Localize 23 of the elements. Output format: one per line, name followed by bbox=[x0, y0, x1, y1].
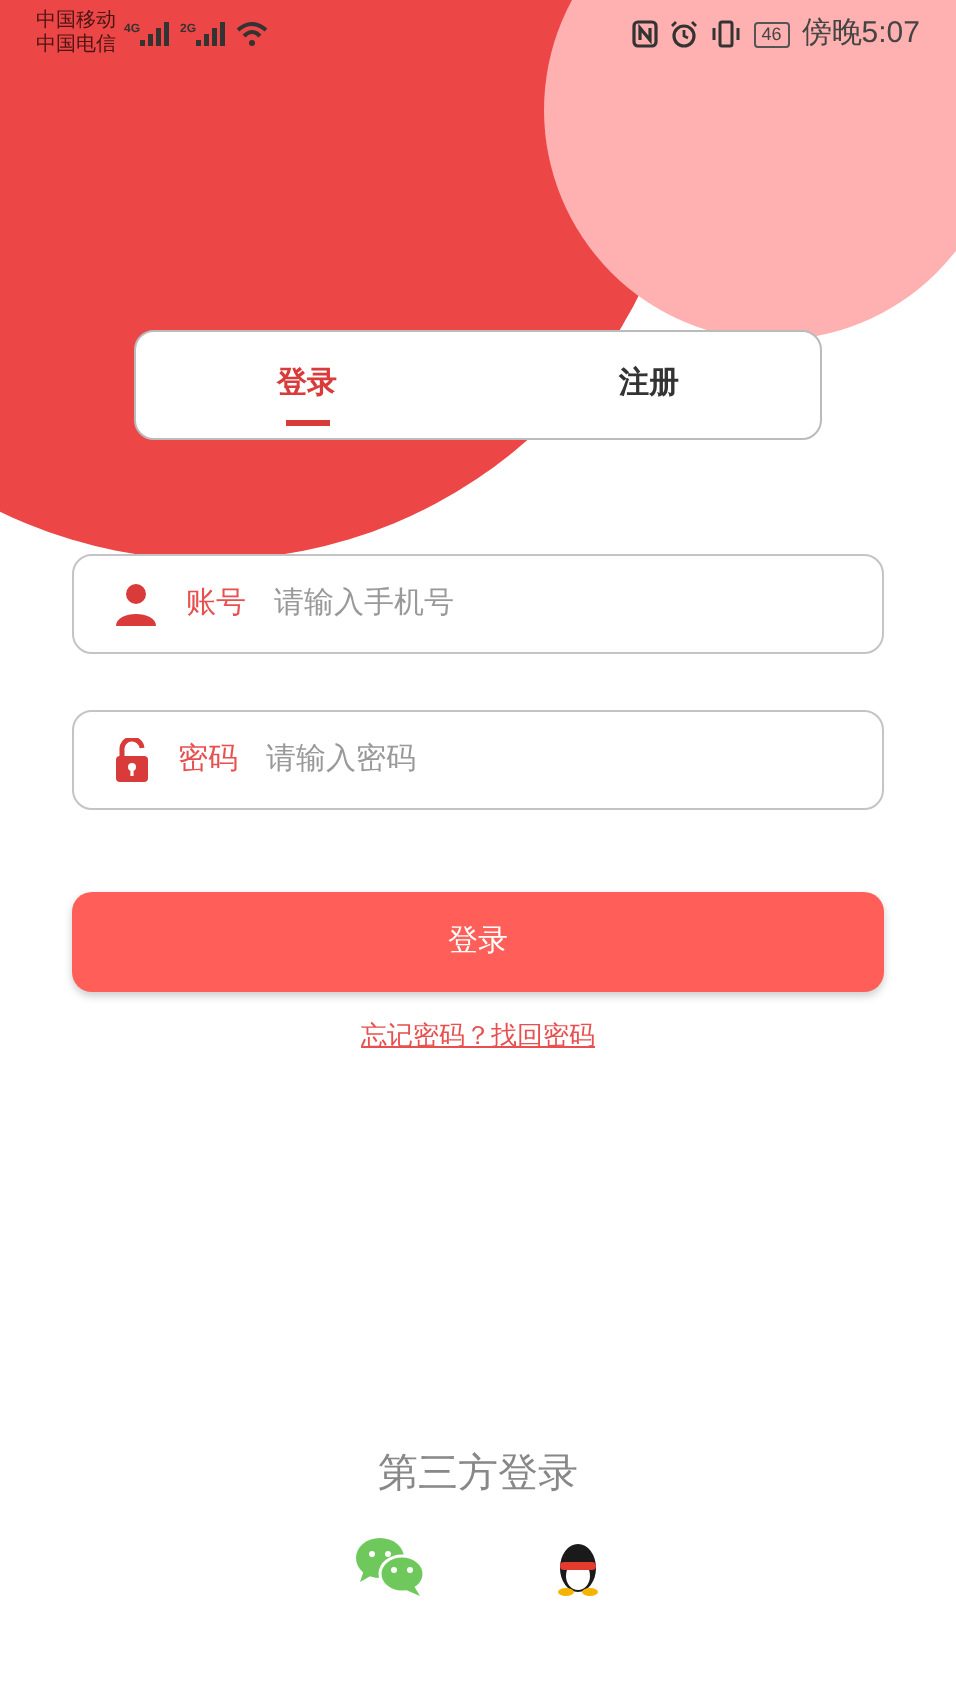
user-icon bbox=[114, 582, 158, 626]
clock-time: 傍晚5:07 bbox=[801, 13, 920, 54]
wifi-icon bbox=[236, 22, 269, 46]
input-field[interactable]: 请输入手机号 bbox=[274, 581, 842, 627]
padlock-icon bbox=[114, 738, 150, 782]
signal-icon bbox=[140, 22, 173, 46]
login-button[interactable]: 登录 bbox=[72, 892, 884, 992]
signal-icon bbox=[196, 22, 229, 46]
forgot-password-link[interactable]: 忘记密码？找回密码 bbox=[361, 1016, 595, 1055]
third-party-title: 第三方登录 bbox=[378, 1449, 578, 1499]
battery-indicator: 46 bbox=[753, 21, 790, 47]
vibrate-icon bbox=[709, 20, 742, 48]
carrier-name: 中国移动 bbox=[36, 10, 116, 33]
tab[interactable]: 注册 bbox=[478, 332, 820, 438]
alarm-icon bbox=[669, 20, 698, 48]
tab[interactable]: 登录 bbox=[136, 332, 478, 438]
field-label: 账号 bbox=[186, 583, 246, 624]
carrier-name: 中国电信 bbox=[36, 34, 116, 58]
input-field[interactable]: 请输入密码 bbox=[266, 737, 842, 783]
text-field[interactable]: 密码 请输入密码 bbox=[72, 710, 884, 810]
nfc-icon bbox=[631, 20, 658, 48]
text-field[interactable]: 账号 请输入手机号 bbox=[72, 554, 884, 654]
field-label: 密码 bbox=[178, 739, 238, 780]
